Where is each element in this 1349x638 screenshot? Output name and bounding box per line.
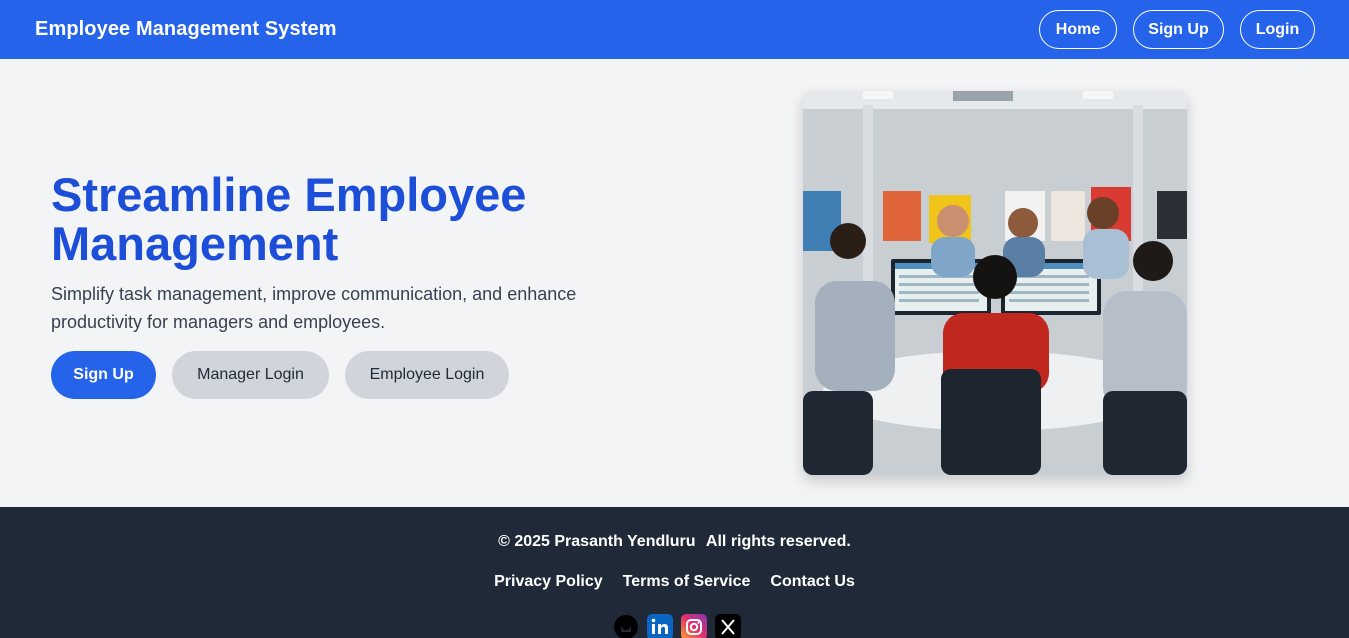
github-icon[interactable] bbox=[613, 614, 639, 638]
nav-login-button[interactable]: Login bbox=[1240, 10, 1315, 49]
team-meeting-image bbox=[803, 91, 1187, 475]
top-navbar: Employee Management System Home Sign Up … bbox=[0, 0, 1349, 59]
linkedin-icon[interactable] bbox=[647, 614, 673, 638]
x-icon[interactable] bbox=[715, 614, 741, 638]
signup-button[interactable]: Sign Up bbox=[51, 351, 156, 399]
brand-title[interactable]: Employee Management System bbox=[35, 18, 337, 41]
rights-reserved: All rights reserved. bbox=[705, 533, 851, 550]
copyright-text: © 2025 Prasanth Yendluru All rights rese… bbox=[0, 533, 1349, 551]
instagram-icon[interactable] bbox=[681, 614, 707, 638]
nav-home-button[interactable]: Home bbox=[1039, 10, 1117, 49]
social-links bbox=[613, 614, 741, 638]
hero-section: Streamline Employee Management Simplify … bbox=[0, 59, 1349, 507]
copyright-owner: © 2025 Prasanth Yendluru bbox=[498, 533, 696, 550]
footer-links: Privacy Policy Terms of Service Contact … bbox=[0, 573, 1349, 591]
hero-subtitle: Simplify task management, improve commun… bbox=[51, 284, 577, 332]
privacy-policy-link[interactable]: Privacy Policy bbox=[494, 573, 603, 591]
nav-signup-button[interactable]: Sign Up bbox=[1133, 10, 1224, 49]
employee-login-button[interactable]: Employee Login bbox=[345, 351, 509, 399]
contact-us-link[interactable]: Contact Us bbox=[770, 573, 854, 591]
footer: © 2025 Prasanth Yendluru All rights rese… bbox=[0, 507, 1349, 638]
nav-links: Home Sign Up Login bbox=[1039, 10, 1315, 49]
manager-login-button[interactable]: Manager Login bbox=[172, 351, 329, 399]
terms-of-service-link[interactable]: Terms of Service bbox=[623, 573, 751, 591]
hero-title: Streamline Employee Management bbox=[51, 168, 527, 270]
